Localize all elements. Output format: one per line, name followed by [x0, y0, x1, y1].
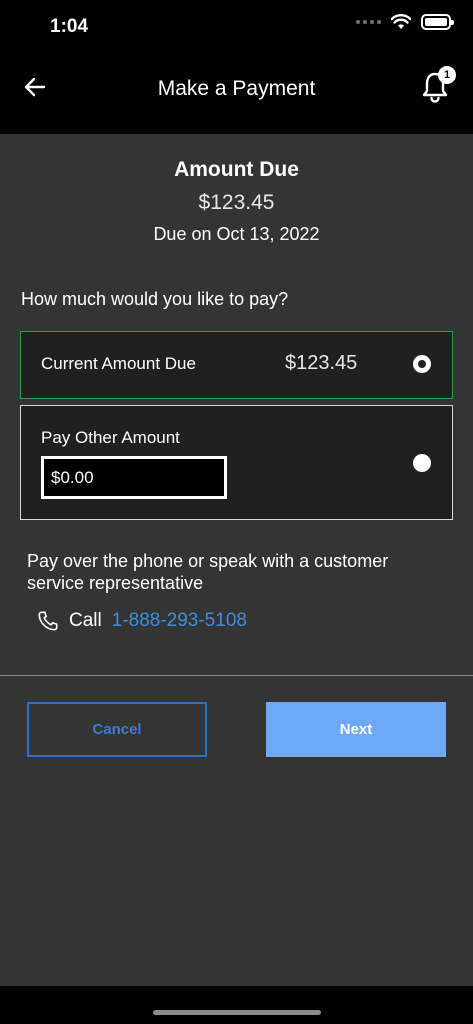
current-amount-option[interactable]: Current Amount Due $123.45 [20, 331, 453, 399]
phone-icon [38, 611, 58, 631]
other-amount-radio[interactable] [413, 454, 431, 472]
status-icons [356, 14, 454, 30]
call-row[interactable]: Call 1-888-293-5108 [37, 610, 247, 632]
signal-icon [356, 20, 381, 24]
notification-badge: 1 [438, 66, 456, 84]
payment-question: How much would you like to pay? [21, 289, 289, 309]
top-bar: 1:04 Make a Payment 1 [0, 0, 473, 134]
battery-icon [421, 14, 454, 30]
current-amount-radio[interactable] [413, 355, 431, 373]
page-title: Make a Payment [157, 77, 316, 100]
amount-due-label: Amount Due [174, 158, 299, 181]
home-indicator[interactable] [153, 1010, 321, 1015]
bottom-bar [0, 986, 473, 1024]
current-amount-value: $123.45 [285, 352, 358, 374]
call-label: Call [69, 610, 102, 631]
other-amount-input[interactable] [41, 456, 227, 499]
due-date: Due on Oct 13, 2022 [153, 224, 320, 244]
payment-screen: 1:04 Make a Payment 1 Amount Due $123.45… [0, 0, 473, 1024]
wifi-icon [391, 14, 411, 29]
next-button[interactable]: Next [266, 702, 446, 757]
cancel-button[interactable]: Cancel [27, 702, 207, 757]
phone-support-text: Pay over the phone or speak with a custo… [27, 551, 389, 593]
divider [0, 675, 473, 676]
other-amount-label: Pay Other Amount [41, 428, 180, 447]
amount-due-value: $123.45 [198, 191, 275, 214]
status-time: 1:04 [50, 16, 89, 37]
other-amount-option[interactable]: Pay Other Amount [20, 405, 453, 520]
phone-number-link[interactable]: 1-888-293-5108 [112, 610, 247, 632]
current-amount-label: Current Amount Due [41, 354, 196, 373]
